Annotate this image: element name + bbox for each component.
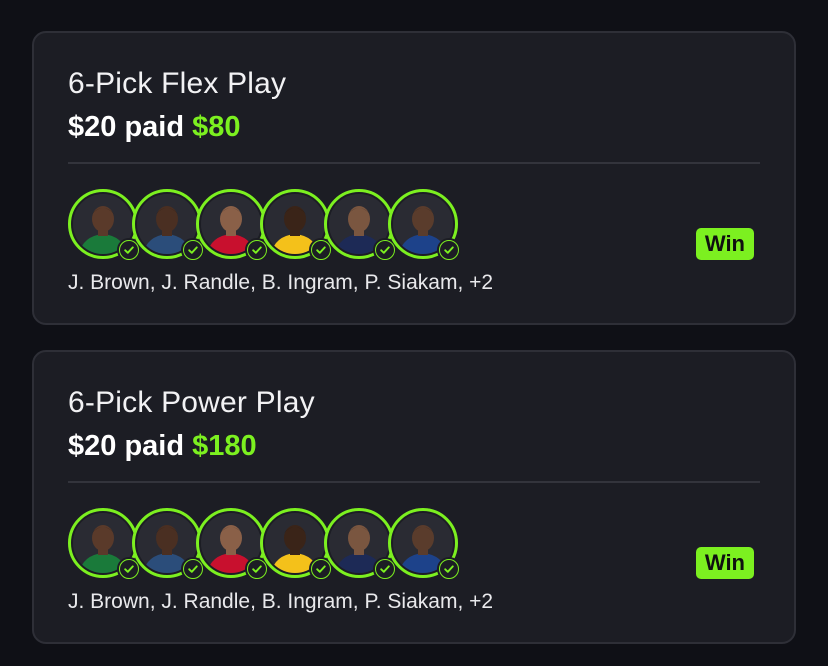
player-avatar-b-ingram <box>196 189 269 262</box>
payout-line: $20 paid $80 <box>68 111 241 144</box>
player-avatars <box>68 189 468 262</box>
player-avatar-6 <box>388 508 461 581</box>
entry-card[interactable]: 6-Pick Flex Play $20 paid $80 J. Brown, … <box>32 31 796 325</box>
check-icon <box>437 557 461 581</box>
divider <box>68 162 760 164</box>
entry-title: 6-Pick Flex Play <box>68 67 287 100</box>
player-avatar-j-brown <box>68 189 141 262</box>
player-avatar-j-randle <box>132 508 205 581</box>
players-summary: J. Brown, J. Randle, B. Ingram, P. Siaka… <box>68 271 494 294</box>
player-avatar-5 <box>324 508 397 581</box>
player-avatar-b-ingram <box>196 508 269 581</box>
player-avatars <box>68 508 468 581</box>
player-avatar-p-siakam <box>260 508 333 581</box>
paid-amount: $20 paid <box>68 111 185 143</box>
entry-title: 6-Pick Power Play <box>68 386 315 419</box>
win-badge: Win <box>695 547 754 579</box>
payout-amount: $180 <box>192 430 257 462</box>
payout-amount: $80 <box>192 111 241 143</box>
player-avatar-j-randle <box>132 189 205 262</box>
payout-line: $20 paid $180 <box>68 430 257 463</box>
player-avatar-j-brown <box>68 508 141 581</box>
paid-amount: $20 paid <box>68 430 185 462</box>
player-avatar-5 <box>324 189 397 262</box>
players-summary: J. Brown, J. Randle, B. Ingram, P. Siaka… <box>68 590 494 613</box>
divider <box>68 481 760 483</box>
player-avatar-6 <box>388 189 461 262</box>
check-icon <box>437 238 461 262</box>
entry-card[interactable]: 6-Pick Power Play $20 paid $180 J. Brown… <box>32 350 796 644</box>
win-badge: Win <box>695 228 754 260</box>
player-avatar-p-siakam <box>260 189 333 262</box>
